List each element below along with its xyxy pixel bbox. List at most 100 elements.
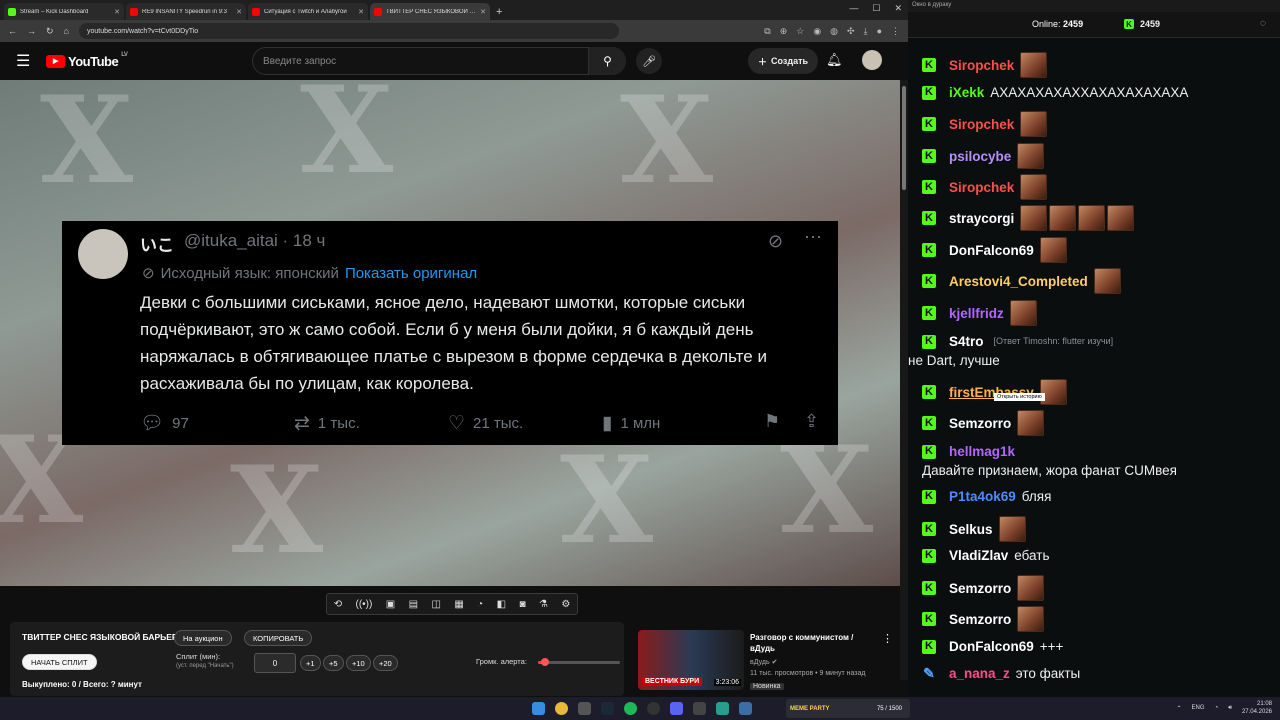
chat-username[interactable]: Siropchek bbox=[949, 56, 1014, 75]
app-icon[interactable] bbox=[716, 702, 729, 715]
download-icon[interactable]: ⤓ bbox=[864, 26, 868, 37]
bookmark-star-icon[interactable]: ☆ bbox=[796, 26, 804, 37]
video-thumbnail[interactable]: ВЕСТНИК БУРИ 3:23:06 bbox=[638, 630, 744, 690]
tab-twitter-video[interactable]: ТВИТТЕР СНЕС ЯЗЫКОВОЙ БА ✕ bbox=[370, 3, 490, 20]
chat-username[interactable]: DonFalcon69 bbox=[949, 241, 1034, 260]
tab-kick-dashboard[interactable]: Stream – Kick Dashboard ✕ bbox=[4, 3, 124, 20]
start-split-button[interactable]: НАЧАТЬ СПЛИТ bbox=[22, 654, 97, 670]
steam-icon[interactable] bbox=[601, 702, 614, 715]
recommended-video[interactable]: ВЕСТНИК БУРИ 3:23:06 Разговор с коммунис… bbox=[638, 630, 898, 696]
extension-icon[interactable]: ◍ bbox=[830, 26, 838, 37]
add-1-button[interactable]: +1 bbox=[300, 655, 321, 671]
video-player[interactable]: X X X X X X X いこ @ituka_aitai · 18 ч ⊘ ⋯… bbox=[0, 80, 900, 586]
add-10-button[interactable]: +10 bbox=[346, 655, 371, 671]
close-icon[interactable]: ✕ bbox=[114, 8, 120, 16]
extension-icon[interactable]: ◉ bbox=[813, 26, 821, 37]
chat-settings-icon[interactable]: ◌ bbox=[1260, 18, 1266, 29]
chat-username[interactable]: Selkus bbox=[949, 520, 993, 539]
obs-icon[interactable] bbox=[647, 702, 660, 715]
menu-dots-icon[interactable]: ⋮ bbox=[891, 26, 900, 37]
chat-username[interactable]: kjellfridz bbox=[949, 304, 1004, 323]
chat-username[interactable]: Semzorro bbox=[949, 414, 1011, 433]
volume-icon[interactable]: 🔊︎ bbox=[1228, 705, 1232, 712]
chat-username[interactable]: VladiZlav bbox=[949, 546, 1008, 565]
new-tab-button[interactable]: + bbox=[496, 6, 502, 18]
address-bar[interactable]: youtube.com/watch?v=tCvt0DDyTio bbox=[78, 23, 619, 39]
video-title[interactable]: Разговор с коммунистом / вДудь bbox=[750, 632, 880, 654]
copy-button[interactable]: КОПИРОВАТЬ bbox=[244, 630, 313, 646]
forward-icon[interactable]: → bbox=[27, 26, 36, 36]
hamburger-menu-icon[interactable]: ☰ bbox=[16, 51, 46, 71]
voice-search-button[interactable]: 🎤︎ bbox=[636, 48, 662, 74]
explorer-icon[interactable] bbox=[578, 702, 591, 715]
close-icon[interactable]: ✕ bbox=[236, 8, 242, 16]
create-button[interactable]: ＋ Создать bbox=[748, 48, 819, 74]
chat-username[interactable]: a_nana_z bbox=[949, 664, 1010, 683]
chrome-icon[interactable] bbox=[555, 702, 568, 715]
chat-username[interactable]: S4tro bbox=[949, 332, 984, 351]
search-button[interactable]: ⚲ bbox=[588, 47, 626, 75]
close-window-icon[interactable]: ✕ bbox=[894, 3, 902, 14]
youtube-logo[interactable]: ▶ YouTube LV bbox=[46, 52, 128, 69]
alert-volume-knob[interactable] bbox=[540, 658, 549, 666]
back-icon[interactable]: ← bbox=[8, 26, 17, 36]
tab-re9-speedrun[interactable]: RE9 INSANITY Speedrun in 9:3 ✕ bbox=[126, 3, 246, 20]
app-icon[interactable] bbox=[693, 702, 706, 715]
minimize-icon[interactable]: — bbox=[849, 3, 858, 14]
broadcast-icon[interactable]: ((•)) bbox=[356, 599, 373, 610]
chat-username[interactable]: DonFalcon69 bbox=[949, 637, 1034, 656]
tab-twitch-situation[interactable]: Ситуация с Twitch и Алабугой ✕ bbox=[248, 3, 368, 20]
chat-reply-reference[interactable]: [Ответ Timoshn: flutter изучи] bbox=[994, 332, 1114, 351]
notifications-bell-icon[interactable]: 🔔︎ bbox=[826, 52, 843, 68]
chat-username[interactable]: Siropchek bbox=[949, 115, 1014, 134]
subtitles-icon[interactable]: ▦ bbox=[454, 599, 463, 610]
add-5-button[interactable]: +5 bbox=[323, 655, 344, 671]
close-icon[interactable]: ✕ bbox=[480, 8, 486, 16]
wifi-icon[interactable]: ◔ bbox=[1215, 705, 1219, 711]
scroll-thumb[interactable] bbox=[902, 86, 906, 190]
settings-gear-icon[interactable]: ⚙ bbox=[561, 599, 570, 610]
zoom-icon[interactable]: ⊕ bbox=[780, 26, 788, 37]
chat-username[interactable]: Siropchek bbox=[949, 178, 1014, 197]
chat-username[interactable]: iXekk bbox=[949, 83, 984, 102]
channel-name[interactable]: вДудь ✔ bbox=[750, 658, 777, 666]
split-minutes-input[interactable]: 0 bbox=[254, 653, 296, 673]
page-scrollbar[interactable] bbox=[900, 80, 908, 680]
speed-icon[interactable]: ◔ bbox=[477, 599, 483, 610]
more-actions-icon[interactable]: ⋮ bbox=[882, 632, 893, 645]
profile-icon[interactable]: ● bbox=[877, 26, 882, 37]
puzzle-icon[interactable]: ✣ bbox=[847, 26, 855, 37]
chat-username[interactable]: Arestovi4_Completed bbox=[949, 272, 1088, 291]
app-icon[interactable] bbox=[739, 702, 752, 715]
chat-username[interactable]: psilocybe bbox=[949, 147, 1011, 166]
auction-button[interactable]: На аукцион bbox=[174, 630, 232, 646]
spotify-icon[interactable] bbox=[624, 702, 637, 715]
pip-icon[interactable]: ◫ bbox=[431, 599, 440, 610]
close-icon[interactable]: ✕ bbox=[358, 8, 364, 16]
flask-icon[interactable]: ⚗ bbox=[539, 599, 548, 610]
clip-icon[interactable]: ◧ bbox=[497, 599, 506, 610]
maximize-icon[interactable]: ☐ bbox=[872, 3, 880, 14]
alert-volume-slider[interactable] bbox=[538, 658, 620, 666]
film-icon[interactable]: ▤ bbox=[409, 599, 418, 610]
discord-icon[interactable] bbox=[670, 702, 683, 715]
start-menu-icon[interactable] bbox=[532, 702, 545, 715]
install-icon[interactable]: ⧉ bbox=[764, 26, 770, 37]
add-20-button[interactable]: +20 bbox=[373, 655, 398, 671]
loop-icon[interactable]: ⟲ bbox=[334, 599, 342, 610]
avatar[interactable] bbox=[862, 50, 882, 70]
reload-icon[interactable]: ↻ bbox=[46, 26, 54, 37]
screenshot-icon[interactable]: ▣ bbox=[386, 599, 395, 610]
language-indicator[interactable]: ENG bbox=[1192, 705, 1205, 711]
meme-party-widget[interactable]: MEME PARTY 75 / 1500 bbox=[786, 699, 910, 718]
clock[interactable]: 21:08 27.04.2026 bbox=[1242, 700, 1272, 716]
chat-username[interactable]: Semzorro bbox=[949, 610, 1011, 629]
chat-username[interactable]: P1ta4ok69 bbox=[949, 487, 1016, 506]
home-icon[interactable]: ⌂ bbox=[64, 26, 69, 36]
search-input[interactable]: Введите запрос bbox=[252, 47, 626, 75]
camera-icon[interactable]: ◙ bbox=[519, 599, 525, 610]
chat-username[interactable]: Semzorro bbox=[949, 579, 1011, 598]
chat-username[interactable]: straycorgi bbox=[949, 209, 1014, 228]
chat-username[interactable]: hellmag1k bbox=[949, 442, 1015, 461]
tray-chevron-icon[interactable]: ⌃ bbox=[1177, 705, 1182, 712]
